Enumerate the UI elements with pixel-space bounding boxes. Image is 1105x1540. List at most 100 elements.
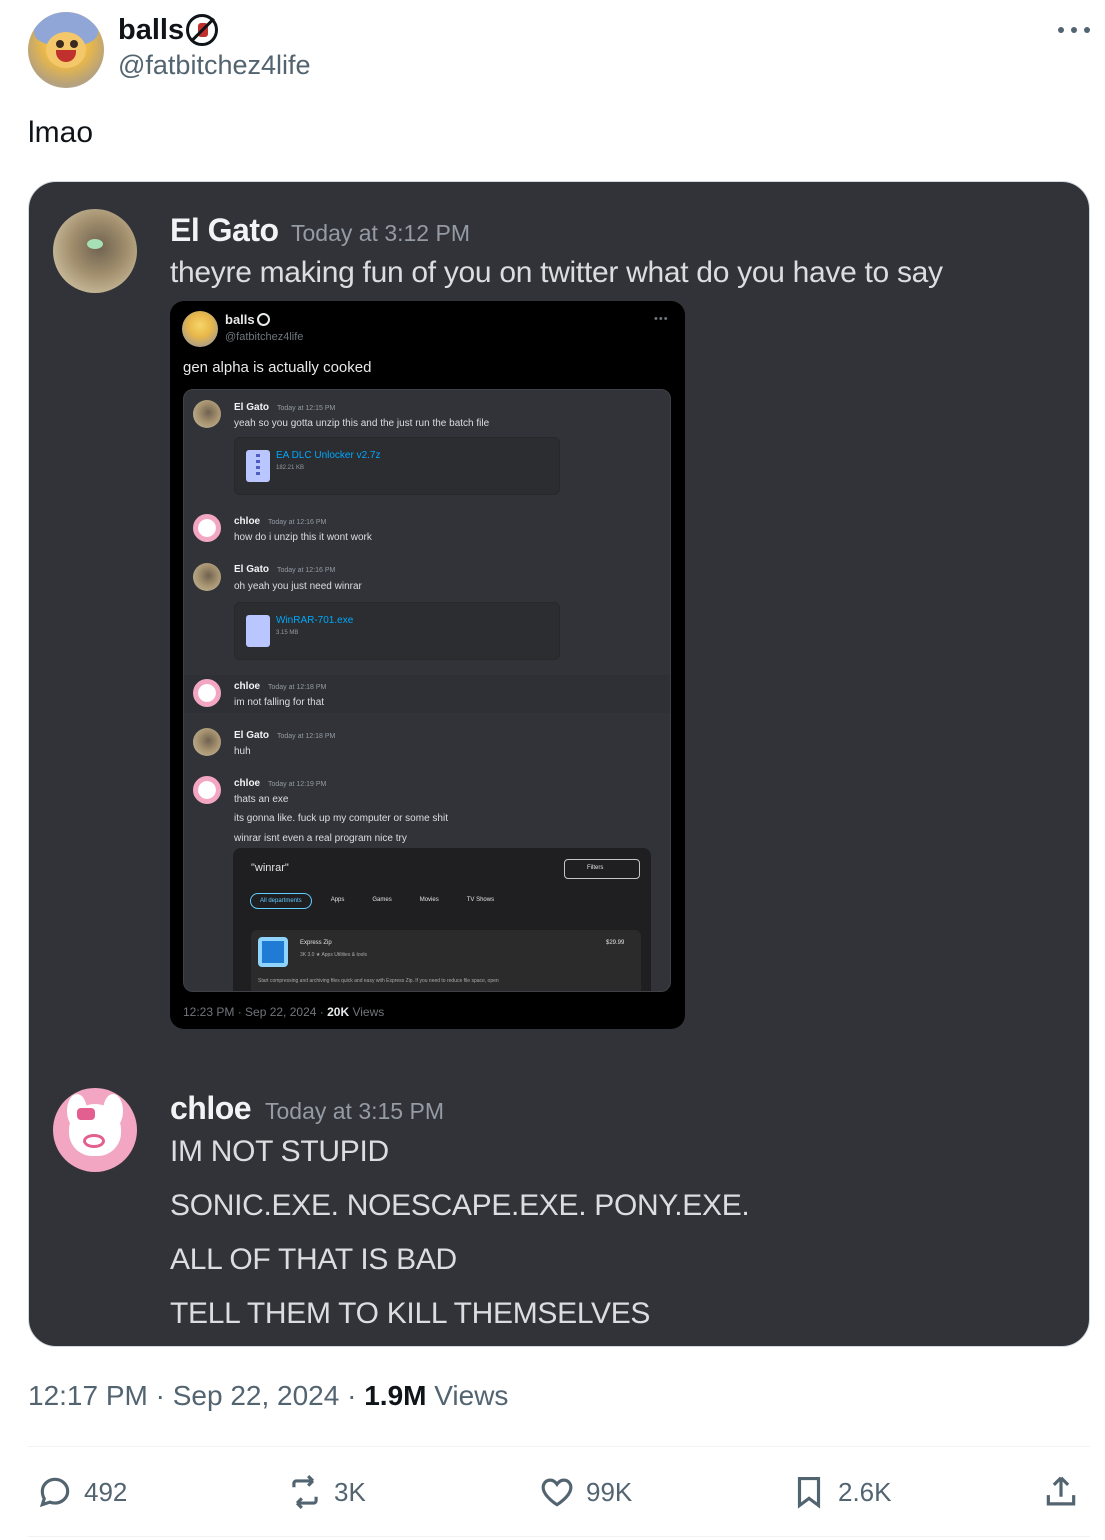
nested-store-search: "winrar" Filters All departments Apps Ga… [233,848,651,991]
nested-avatar-chloe [193,679,221,707]
nested-tweet-text: gen alpha is actually cooked [183,359,372,376]
like-button[interactable]: 99K [538,1472,632,1512]
nested-author: chloe [234,516,261,527]
nested-avatar-chloe [193,776,221,804]
nested-time: Today at 12:19 PM [268,781,327,788]
nested-time: Today at 12:16 PM [277,567,336,574]
store-app-card: Express Zip $29.99 3K 3.0 ★ Apps Utiliti… [251,930,641,991]
store-app-price: $29.99 [606,940,625,946]
nested-time: Today at 12:18 PM [277,733,336,740]
nested-tweet-footer: 12:23 PM · Sep 22, 2024 · 20K Views [183,1005,384,1019]
repost-button[interactable]: 3K [286,1472,366,1512]
nested-file-size: 182.21 KB [276,465,305,471]
store-search-query: "winrar" [251,862,289,874]
divider [28,1536,1090,1537]
nested-file-attachment: WinRAR-701.exe 3.15 MB [234,602,560,660]
nested-handle: @fatbitchez4life [225,331,304,343]
heart-icon [541,1478,573,1507]
author-display-name[interactable]: balls [118,14,184,47]
store-tab: All departments [250,893,312,909]
nested-time: Today at 12:18 PM [268,684,327,691]
nested-file-size: 3.15 MB [276,630,299,636]
nested-avatar-el-gato [193,400,221,428]
avatar-eye [56,40,64,48]
express-zip-icon [258,937,288,967]
author-avatar[interactable] [28,12,104,88]
nested-tweet-screenshot: balls @fatbitchez4life ••• gen alpha is … [170,301,685,1029]
discord-message-time: Today at 3:12 PM [291,220,470,246]
reply-count: 492 [84,1476,128,1507]
nested-message: huh [234,746,251,757]
store-tabs: All departments Apps Games Movies TV Sho… [250,893,503,909]
store-app-meta: 3K 3.0 ★ Apps Utilities & tools [300,952,368,958]
share-icon [1046,1476,1076,1506]
nested-time: Today at 12:16 PM [268,519,327,526]
nested-timestamp: 12:23 PM · Sep 22, 2024 · [183,1005,328,1019]
timestamp-text[interactable]: 12:17 PM · Sep 22, 2024 · [28,1380,364,1411]
reply-button[interactable]: 492 [36,1472,127,1512]
store-filters-button: Filters [564,859,640,879]
nested-author: El Gato [234,564,270,575]
nested-author: chloe [234,778,261,789]
nested-views-label: Views [349,1005,385,1019]
tweet-timestamp[interactable]: 12:17 PM · Sep 22, 2024 · 1.9M Views [28,1380,508,1412]
discord-message-text: ALL OF THAT IS BAD [170,1243,457,1276]
no-pointing-badge-icon [186,14,218,46]
nested-message: its gonna like. fuck up my computer or s… [234,813,448,824]
nested-file-name: EA DLC Unlocker v2.7z [276,450,381,461]
store-app-description: Start compressing and archiving files qu… [258,978,499,984]
nested-time: Today at 12:15 PM [277,405,336,412]
discord-message-text: theyre making fun of you on twitter what… [170,256,943,289]
repost-count: 3K [334,1476,366,1507]
discord-message-text: SONIC.EXE. NOESCAPE.EXE. PONY.EXE. [170,1189,750,1222]
discord-author-name: chloe [170,1090,252,1126]
discord-message-time: Today at 3:15 PM [265,1098,444,1124]
nested-file-attachment: EA DLC Unlocker v2.7z 182.21 KB [234,437,560,495]
nested-author: chloe [234,681,261,692]
store-tab: Apps [330,897,345,903]
nested-message: how do i unzip this it wont work [234,532,372,543]
discord-avatar-chloe [53,1088,137,1172]
file-icon [246,615,270,647]
nested-avatar-el-gato [193,728,221,756]
discord-author-name: El Gato [170,212,279,248]
nested-more-icon: ••• [654,313,669,325]
tweet-media-image[interactable]: El Gato Today at 3:12 PM theyre making f… [28,181,1090,1347]
bookmark-count: 2.6K [838,1476,892,1507]
avatar-eye [70,40,78,48]
nested-author: El Gato [234,402,270,413]
nested-discord-screenshot: El Gato Today at 12:15 PM yeah so you go… [183,389,671,992]
discord-message-text: IM NOT STUPID [170,1135,389,1168]
nested-avatar [182,311,218,347]
tweet-text: lmao [28,116,94,149]
bookmark-button[interactable]: 2.6K [790,1472,892,1512]
nested-message: im not falling for that [234,697,325,708]
views-count: 1.9M [364,1380,427,1411]
nested-badge-icon [257,313,270,326]
nested-message: yeah so you gotta unzip this and the jus… [234,418,490,429]
nested-display-name: balls [225,312,255,327]
nested-avatar-el-gato [193,563,221,591]
more-options-icon[interactable] [1058,20,1090,40]
nested-message: winrar isnt even a real program nice try [234,833,407,844]
store-app-name: Express Zip [300,940,332,946]
discord-message-text: TELL THEM TO KILL THEMSELVES [170,1297,651,1330]
nested-file-name: WinRAR-701.exe [276,615,354,626]
nested-message: thats an exe [234,794,289,805]
store-tab: TV Shows [466,897,495,903]
share-button[interactable] [1042,1472,1080,1512]
author-handle[interactable]: @fatbitchez4life [118,50,311,81]
divider [28,1446,1090,1447]
like-count: 99K [586,1476,633,1507]
zip-file-icon [246,450,270,482]
nested-avatar-chloe [193,514,221,542]
store-tab: Games [372,897,392,903]
discord-avatar-el-gato [53,209,137,293]
views-label: Views [426,1380,509,1411]
store-tab: Movies [419,897,439,903]
nested-message: oh yeah you just need winrar [234,581,362,592]
repost-icon [292,1475,318,1509]
reply-icon [39,1477,70,1508]
nested-views-count: 20K [327,1005,350,1019]
bookmark-icon [797,1476,821,1509]
